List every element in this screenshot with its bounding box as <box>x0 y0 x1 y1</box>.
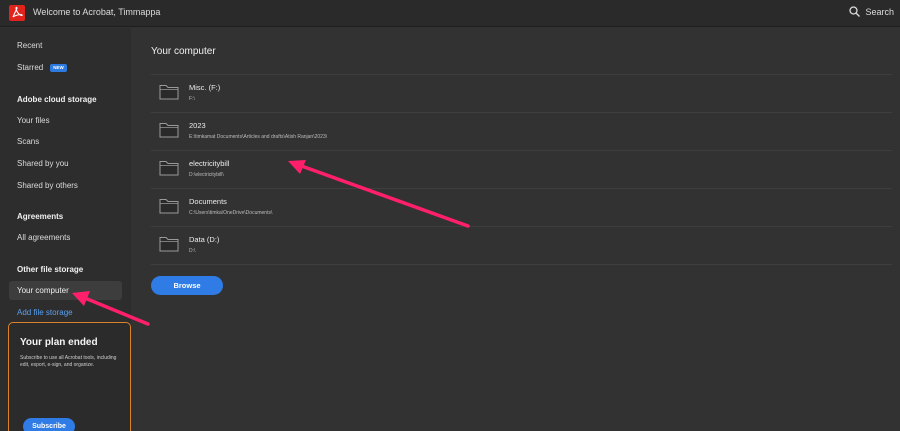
page-title: Your computer <box>151 46 216 57</box>
plan-ended-card: Your plan ended Subscribe to use all Acr… <box>8 322 131 431</box>
folder-path: F:\ <box>189 96 195 102</box>
folder-name: Data (D:) <box>189 235 220 244</box>
search-label: Search <box>865 6 894 17</box>
section-title-agreements: Agreements <box>17 212 64 221</box>
folder-name: 2023 <box>189 121 206 130</box>
acrobat-logo-icon <box>9 5 25 21</box>
sidebar-item-recent[interactable]: Recent <box>9 36 122 55</box>
sidebar-item-shared-by-others[interactable]: Shared by others <box>9 176 122 195</box>
folder-name: electricitybill <box>189 159 230 168</box>
folder-row[interactable]: electricitybill D:\electricitybill\ <box>151 150 892 188</box>
plan-title: Your plan ended <box>20 337 98 348</box>
search-button[interactable]: Search <box>849 6 894 17</box>
folder-row[interactable]: Data (D:) D:\ <box>151 226 892 264</box>
plan-description: Subscribe to use all Acrobat tools, incl… <box>20 355 117 368</box>
browse-button[interactable]: Browse <box>151 276 223 295</box>
sidebar-item-all-agreements[interactable]: All agreements <box>9 228 122 247</box>
folder-row[interactable]: Misc. (F:) F:\ <box>151 74 892 112</box>
search-icon <box>849 6 861 17</box>
title-bar: Welcome to Acrobat, Timmappa Search <box>0 0 900 27</box>
section-title-cloud: Adobe cloud storage <box>17 95 97 104</box>
folder-name: Documents <box>189 197 227 206</box>
folder-icon <box>159 123 179 138</box>
folder-path: C:\Users\timka\OneDrive\Documents\ <box>189 210 273 216</box>
folder-path: D:\electricitybill\ <box>189 172 224 178</box>
sidebar-item-label: Starred <box>17 63 44 72</box>
folder-icon <box>159 199 179 214</box>
folder-row[interactable]: Documents C:\Users\timka\OneDrive\Docume… <box>151 188 892 226</box>
folder-icon <box>159 85 179 100</box>
sidebar-item-starred[interactable]: Starred NEW <box>9 58 122 77</box>
sidebar-item-shared-by-you[interactable]: Shared by you <box>9 154 122 173</box>
new-badge: NEW <box>50 64 67 72</box>
sidebar-item-your-files[interactable]: Your files <box>9 111 122 130</box>
folder-icon <box>159 237 179 252</box>
folder-path: E:\timkamat Documents\Articles and draft… <box>189 134 328 140</box>
folder-icon <box>159 161 179 176</box>
window-title: Welcome to Acrobat, Timmappa <box>33 7 161 17</box>
folder-row[interactable]: 2023 E:\timkamat Documents\Articles and … <box>151 112 892 150</box>
sidebar-item-scans[interactable]: Scans <box>9 132 122 151</box>
folder-path: D:\ <box>189 248 196 254</box>
folder-name: Misc. (F:) <box>189 83 221 92</box>
subscribe-button[interactable]: Subscribe <box>23 418 75 431</box>
list-divider <box>151 264 892 265</box>
add-file-storage-link[interactable]: Add file storage <box>9 303 122 322</box>
section-title-other-storage: Other file storage <box>17 265 84 274</box>
sidebar-item-your-computer[interactable]: Your computer <box>9 281 122 300</box>
